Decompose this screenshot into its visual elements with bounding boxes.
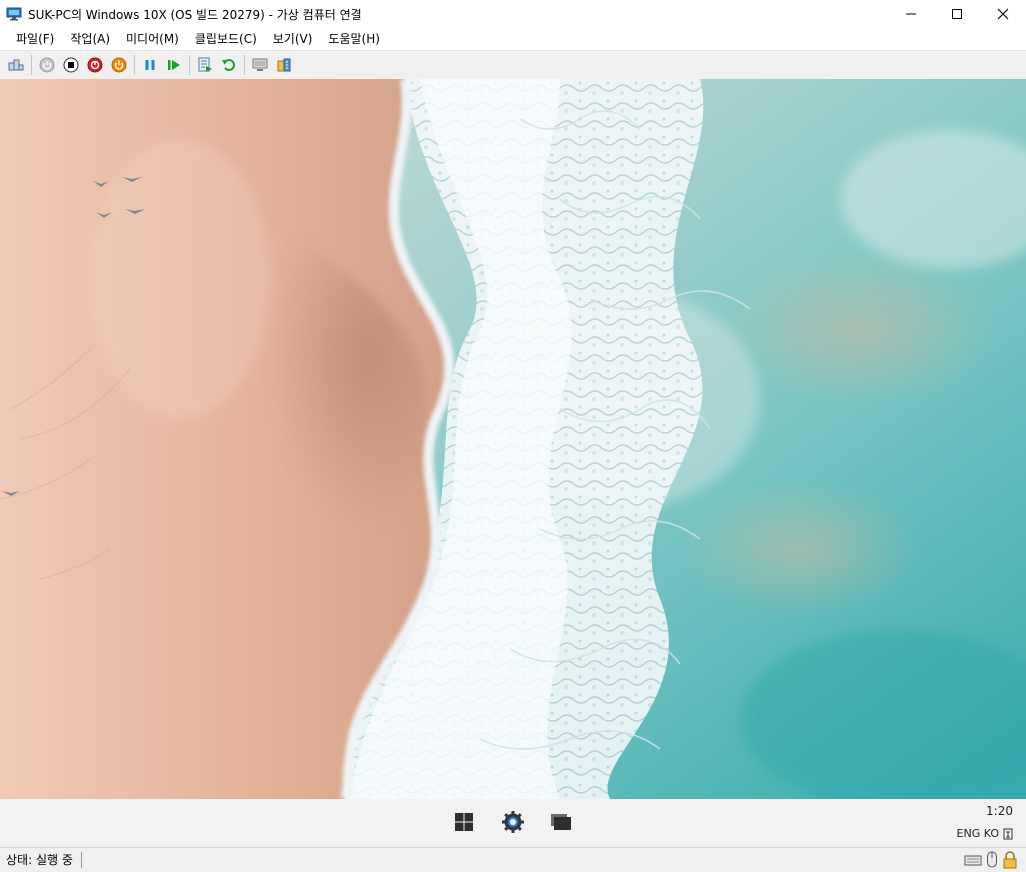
power-button[interactable] [107,53,131,77]
vm-display[interactable] [0,79,1026,799]
checkpoint-icon [198,57,212,72]
enhanced-session-button[interactable] [248,53,272,77]
share-button[interactable] [272,53,296,77]
clock[interactable]: 1:20 [986,804,1013,818]
start-button[interactable] [35,53,59,77]
ctrl-alt-del-button[interactable] [4,53,28,77]
beach-wallpaper [0,79,1026,799]
title-bar[interactable]: SUK-PC의 Windows 10X (OS 빌드 20279) - 가상 컴… [0,0,1026,28]
close-icon [997,8,1009,20]
turn-off-button[interactable] [59,53,83,77]
close-button[interactable] [980,0,1026,28]
pause-button[interactable] [138,53,162,77]
maximize-icon [952,9,962,19]
toolbar-separator [189,55,190,75]
toolbar-separator [31,55,32,75]
shutdown-icon [87,57,103,73]
status-bar: 상태: 실행 중 [0,847,1026,872]
checkpoint-button[interactable] [193,53,217,77]
ime-icon [1003,828,1013,839]
maximize-button[interactable] [934,0,980,28]
toolbar-separator [134,55,135,75]
mouse-icon[interactable] [986,851,998,869]
status-text: 상태: 실행 중 [0,852,82,868]
task-view-button[interactable] [548,809,574,835]
task-view-icon [551,814,571,830]
shutdown-button[interactable] [83,53,107,77]
resume-icon [168,60,180,70]
vm-taskbar: 1:20 ENG KO [0,799,1026,847]
minimize-button[interactable] [888,0,934,28]
menu-help[interactable]: 도움말(H) [320,28,388,50]
menu-action[interactable]: 작업(A) [62,28,118,50]
minimize-icon [906,13,916,15]
menu-file[interactable]: 파일(F) [8,28,62,50]
language-label: ENG KO [956,827,999,840]
status-icons [964,851,1018,869]
windows-start-icon [455,813,473,831]
windows-start-button[interactable] [451,809,477,835]
resume-button[interactable] [162,53,186,77]
toolbar [0,50,1026,79]
start-icon [39,57,55,73]
menu-media[interactable]: 미디어(M) [118,28,187,50]
window-controls [888,0,1026,28]
lock-icon[interactable] [1002,851,1018,869]
menu-clipboard[interactable]: 클립보드(C) [187,28,265,50]
keyboard-icon[interactable] [964,852,982,868]
share-icon [277,58,291,72]
menu-bar: 파일(F) 작업(A) 미디어(M) 클립보드(C) 보기(V) 도움말(H) [0,28,1026,50]
pause-icon [145,60,155,70]
settings-button[interactable] [500,809,526,835]
revert-icon [222,59,235,71]
turn-off-icon [63,57,79,73]
window-title: SUK-PC의 Windows 10X (OS 빌드 20279) - 가상 컴… [28,7,362,22]
power-icon [111,57,127,73]
language-indicator[interactable]: ENG KO [957,827,1013,840]
menu-view[interactable]: 보기(V) [265,28,321,50]
ctrl-alt-del-icon [8,59,24,71]
vm-connect-icon [6,7,22,21]
enhanced-session-icon [252,58,268,71]
settings-icon [502,811,524,833]
toolbar-separator [244,55,245,75]
revert-button[interactable] [217,53,241,77]
